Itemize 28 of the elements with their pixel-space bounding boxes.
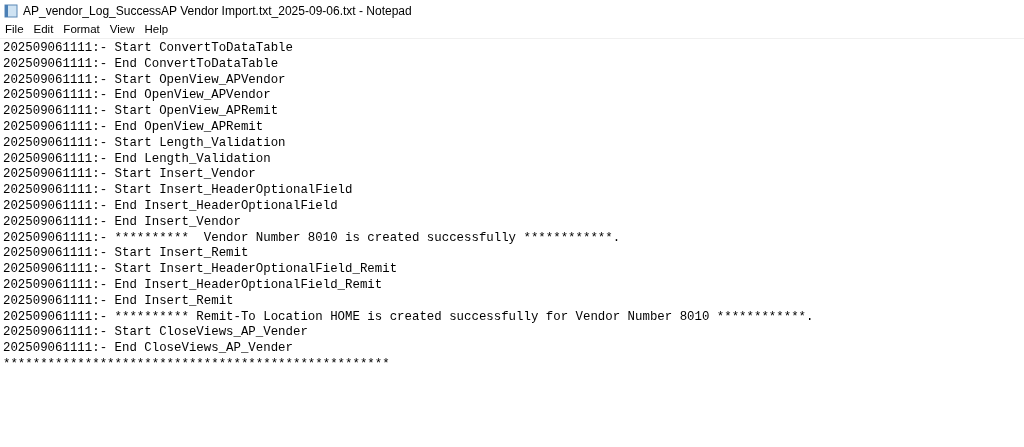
log-line: 202509061111:- End Length_Validation (3, 151, 271, 168)
log-line: **************************************************** (3, 356, 390, 373)
log-line: 202509061111:- Start Insert_Remit (3, 246, 249, 263)
menu-item[interactable]: File (5, 20, 24, 39)
menu-item[interactable]: Format (63, 20, 100, 39)
window-title: AP_vendor_Log_SuccessAP Vendor Import.txt_2025-09-06.txt - Notepad (23, 2, 412, 20)
log-line: 202509061111:- End ConvertToDataTable (3, 56, 279, 73)
log-line: 202509061111:- Start Insert_HeaderOptionalField (3, 183, 353, 199)
log-line: 202509061111:- Start ConvertToDataTable (3, 41, 293, 57)
log-line: 202509061111:- Start Insert_HeaderOptionalField_Remit (3, 262, 398, 278)
menu-item[interactable]: Edit (33, 20, 54, 39)
log-line: 202509061111:- End OpenView_APVendor (3, 88, 271, 105)
log-line: 202509061111:- End CloseViews_AP_Vender (3, 341, 293, 357)
log-line: 202509061111:- ********** Vendor Number 8010 is created successfully ************. (3, 230, 621, 247)
log-line: 202509061111:- End Insert_HeaderOptionalField (3, 198, 338, 215)
log-line: 202509061111:- Start CloseViews_AP_Vender (3, 325, 308, 342)
log-line: 202509061111:- ********** Remit-To Location HOME is created successfully for Vendor Number 8010 ************. (3, 309, 814, 326)
log-line: 202509061111:- Start OpenView_APVendor (3, 72, 286, 89)
log-line: 202509061111:- End Insert_HeaderOptionalField_Remit (3, 277, 383, 294)
menu-item[interactable]: View (109, 20, 135, 39)
log-line: 202509061111:- End Insert_Remit (3, 293, 234, 310)
log-line: 202509061111:- Start Length_Validation (3, 135, 286, 152)
log-line: 202509061111:- End Insert_Vendor (3, 214, 241, 231)
notepad-icon (4, 3, 18, 18)
log-line: 202509061111:- End OpenView_APRemit (3, 120, 264, 136)
log-line: 202509061111:- Start Insert_Vendor (3, 167, 256, 184)
log-line: 202509061111:- Start OpenView_APRemit (3, 104, 279, 120)
menu-item[interactable]: Help (144, 20, 169, 39)
